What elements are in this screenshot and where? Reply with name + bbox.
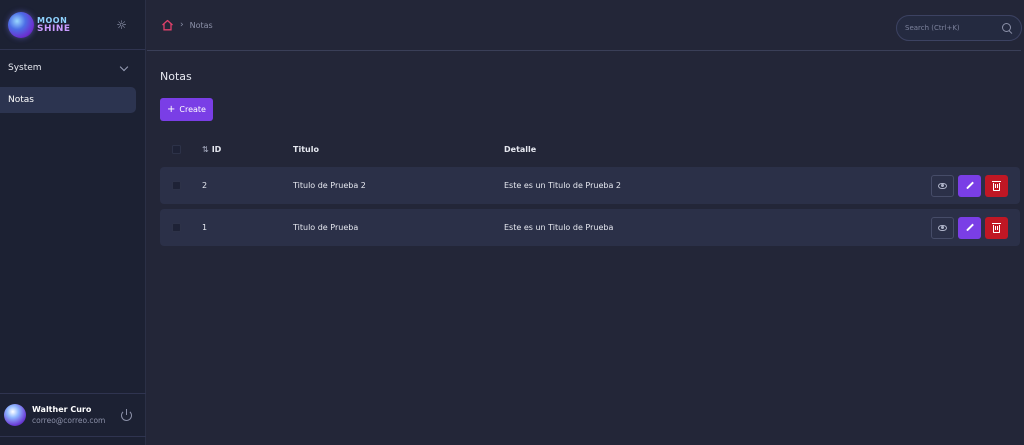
- delete-button[interactable]: [985, 216, 1008, 239]
- row-checkbox[interactable]: [172, 181, 181, 190]
- table-row: 1 Titulo de Prueba Este es un Titulo de …: [160, 209, 1020, 246]
- sort-icon[interactable]: ⇅: [202, 145, 209, 154]
- plus-icon: +: [167, 103, 176, 115]
- eye-icon: [938, 224, 947, 231]
- chevron-down-icon: [119, 62, 129, 71]
- logo[interactable]: MOON SHINE: [8, 11, 71, 38]
- power-icon[interactable]: [121, 408, 132, 421]
- cell-detail: Este es un Titulo de Prueba: [504, 223, 614, 232]
- view-button[interactable]: [931, 216, 954, 239]
- sun-icon[interactable]: ☼: [116, 18, 127, 32]
- column-header-detail: Detalle: [504, 144, 537, 154]
- column-header-id[interactable]: ⇅ ID: [202, 145, 221, 154]
- sidebar-item-label: Notas: [8, 95, 34, 105]
- cell-detail: Este es un Titulo de Prueba 2: [504, 181, 621, 190]
- search-icon[interactable]: [1002, 22, 1013, 34]
- sidebar-group-system[interactable]: System: [0, 50, 145, 86]
- create-button[interactable]: + Create: [160, 98, 213, 121]
- user-email: correo@correo.com: [32, 416, 106, 425]
- trash-icon: [992, 222, 1001, 233]
- page-title: Notas: [160, 70, 192, 83]
- create-button-label: Create: [179, 105, 206, 114]
- row-actions: [931, 174, 1008, 197]
- table-header: ⇅ ID Titulo Detalle: [160, 135, 1020, 163]
- delete-button[interactable]: [985, 174, 1008, 197]
- breadcrumb-separator: ›: [180, 20, 184, 30]
- column-header-id-label: ID: [211, 144, 222, 154]
- sidebar-header: MOON SHINE ☼: [0, 0, 145, 50]
- sidebar-item-notas[interactable]: Notas: [0, 87, 136, 113]
- select-all-checkbox[interactable]: [172, 144, 181, 154]
- sidebar-group-label: System: [8, 63, 42, 73]
- main-content: › Notas Notas + Create ⇅ ID Titulo Detal…: [147, 0, 1024, 445]
- cell-id: 1: [202, 223, 208, 232]
- trash-icon: [992, 180, 1001, 191]
- column-header-title: Titulo: [293, 144, 319, 154]
- user-info: Walther Curo correo@correo.com: [32, 405, 121, 425]
- logo-text-line2: SHINE: [37, 23, 71, 34]
- search-input[interactable]: [905, 24, 1002, 32]
- logo-text: MOON SHINE: [37, 16, 71, 34]
- avatar[interactable]: [4, 404, 26, 426]
- table-row: 2 Titulo de Prueba 2 Este es un Titulo d…: [160, 167, 1020, 204]
- user-panel: Walther Curo correo@correo.com: [0, 393, 146, 437]
- pencil-icon: [965, 181, 974, 190]
- logo-moon-icon: [8, 11, 34, 38]
- cell-title: Titulo de Prueba 2: [293, 181, 366, 190]
- view-button[interactable]: [931, 174, 954, 197]
- cell-title: Titulo de Prueba: [293, 223, 359, 232]
- search-box[interactable]: [896, 15, 1022, 41]
- breadcrumb-current: Notas: [189, 20, 213, 30]
- row-actions: [931, 216, 1008, 239]
- edit-button[interactable]: [958, 174, 981, 197]
- user-name: Walther Curo: [32, 405, 92, 414]
- eye-icon: [938, 182, 947, 189]
- edit-button[interactable]: [958, 216, 981, 239]
- row-checkbox[interactable]: [172, 223, 181, 232]
- cell-id: 2: [202, 181, 208, 190]
- sidebar: MOON SHINE ☼ System Notas Walther Curo c…: [0, 0, 146, 445]
- pencil-icon: [965, 223, 974, 232]
- home-icon[interactable]: [161, 19, 174, 31]
- topbar: › Notas: [147, 0, 1022, 51]
